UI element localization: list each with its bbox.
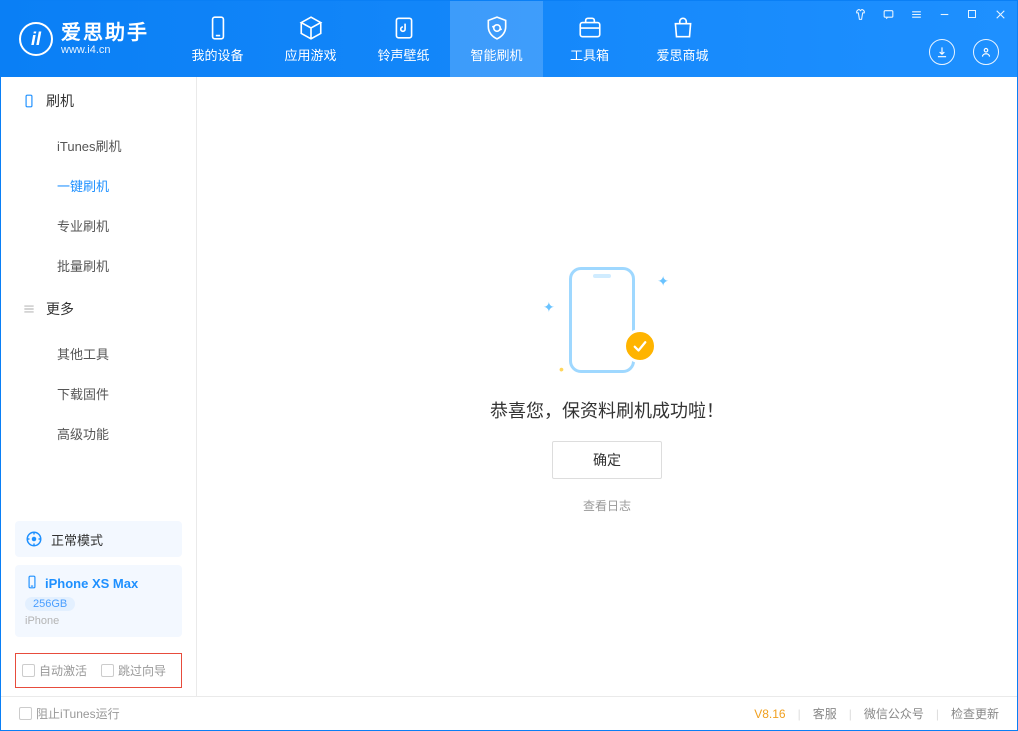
app-subtitle: www.i4.cn — [61, 44, 149, 56]
tab-label: 智能刷机 — [470, 45, 522, 64]
list-icon — [21, 302, 36, 317]
section-label: 更多 — [46, 299, 74, 319]
tab-smart-flash[interactable]: 智能刷机 — [450, 1, 543, 77]
view-log-link[interactable]: 查看日志 — [583, 497, 631, 514]
version-label: V8.16 — [754, 707, 785, 721]
music-file-icon — [391, 15, 417, 41]
sidebar-section-more: 更多 — [1, 285, 196, 333]
phone-outline-icon — [21, 94, 36, 109]
app-title: 爱思助手 — [61, 22, 149, 44]
success-message: 恭喜您，保资料刷机成功啦！ — [490, 397, 724, 423]
wechat-link[interactable]: 微信公众号 — [864, 705, 924, 722]
cube-icon — [298, 15, 324, 41]
feedback-icon[interactable] — [881, 7, 895, 21]
tab-toolbox[interactable]: 工具箱 — [543, 1, 636, 77]
minimize-icon[interactable] — [937, 7, 951, 21]
sidebar-item-batch-flash[interactable]: 批量刷机 — [1, 245, 196, 285]
body: 刷机 iTunes刷机 一键刷机 专业刷机 批量刷机 更多 其他工具 下载固件 … — [1, 77, 1017, 696]
auto-activate-checkbox[interactable]: 自动激活 — [22, 662, 87, 679]
sidebar-item-download-firmware[interactable]: 下载固件 — [1, 373, 196, 413]
mode-normal-icon — [25, 530, 43, 548]
phone-icon — [205, 15, 231, 41]
support-link[interactable]: 客服 — [813, 705, 837, 722]
title-bar: il 爱思助手 www.i4.cn 我的设备 应用游戏 铃声壁纸 智能刷机 — [1, 1, 1017, 77]
tab-label: 工具箱 — [570, 45, 609, 64]
sidebar-item-itunes-flash[interactable]: iTunes刷机 — [1, 125, 196, 165]
sparkle-icon: • — [559, 361, 564, 377]
device-capacity-badge: 256GB — [25, 597, 75, 611]
skin-icon[interactable] — [853, 7, 867, 21]
briefcase-icon — [577, 15, 603, 41]
section-label: 刷机 — [46, 91, 74, 111]
tab-label: 应用游戏 — [284, 45, 336, 64]
app-logo: il 爱思助手 www.i4.cn — [1, 1, 171, 77]
app-window: il 爱思助手 www.i4.cn 我的设备 应用游戏 铃声壁纸 智能刷机 — [0, 0, 1018, 731]
tab-apps-games[interactable]: 应用游戏 — [264, 1, 357, 77]
main-content: ✦ ✦ • 恭喜您，保资料刷机成功啦！ 确定 查看日志 — [197, 77, 1017, 696]
device-mode-box[interactable]: 正常模式 — [15, 521, 182, 557]
tab-label: 铃声壁纸 — [377, 45, 429, 64]
sidebar-section-flash: 刷机 — [1, 77, 196, 125]
tab-store[interactable]: 爱思商城 — [636, 1, 729, 77]
device-phone-icon — [25, 575, 39, 592]
mode-label: 正常模式 — [51, 530, 103, 549]
sidebar-item-pro-flash[interactable]: 专业刷机 — [1, 205, 196, 245]
sparkle-icon: ✦ — [543, 299, 555, 316]
window-controls — [853, 7, 1007, 21]
tab-my-device[interactable]: 我的设备 — [171, 1, 264, 77]
sparkle-icon: ✦ — [657, 273, 669, 290]
logo-icon: il — [19, 22, 53, 56]
user-account-icon[interactable] — [973, 39, 999, 65]
phone-outline-icon — [569, 267, 635, 373]
device-name: iPhone XS Max — [45, 576, 138, 591]
check-update-link[interactable]: 检查更新 — [951, 705, 999, 722]
device-type: iPhone — [25, 615, 172, 627]
skip-guide-checkbox[interactable]: 跳过向导 — [101, 662, 166, 679]
sidebar: 刷机 iTunes刷机 一键刷机 专业刷机 批量刷机 更多 其他工具 下载固件 … — [1, 77, 197, 696]
close-icon[interactable] — [993, 7, 1007, 21]
sidebar-item-advanced[interactable]: 高级功能 — [1, 413, 196, 453]
header-actions — [929, 39, 999, 65]
shield-refresh-icon — [484, 15, 510, 41]
main-tabs: 我的设备 应用游戏 铃声壁纸 智能刷机 工具箱 爱思商城 — [171, 1, 729, 77]
maximize-icon[interactable] — [965, 7, 979, 21]
success-illustration: ✦ ✦ • — [547, 259, 667, 379]
bag-icon — [670, 15, 696, 41]
device-info-box[interactable]: iPhone XS Max 256GB iPhone — [15, 565, 182, 637]
block-itunes-checkbox[interactable]: 阻止iTunes运行 — [19, 705, 120, 722]
sidebar-item-oneclick-flash[interactable]: 一键刷机 — [1, 165, 196, 205]
tab-ringtone-wallpaper[interactable]: 铃声壁纸 — [357, 1, 450, 77]
tab-label: 我的设备 — [191, 45, 243, 64]
flash-options-row: 自动激活 跳过向导 — [15, 653, 182, 688]
download-manager-icon[interactable] — [929, 39, 955, 65]
sidebar-item-other-tools[interactable]: 其他工具 — [1, 333, 196, 373]
menu-icon[interactable] — [909, 7, 923, 21]
success-check-icon — [623, 329, 657, 363]
status-bar: 阻止iTunes运行 V8.16 | 客服 | 微信公众号 | 检查更新 — [1, 696, 1017, 730]
tab-label: 爱思商城 — [656, 45, 708, 64]
ok-button[interactable]: 确定 — [552, 441, 662, 479]
